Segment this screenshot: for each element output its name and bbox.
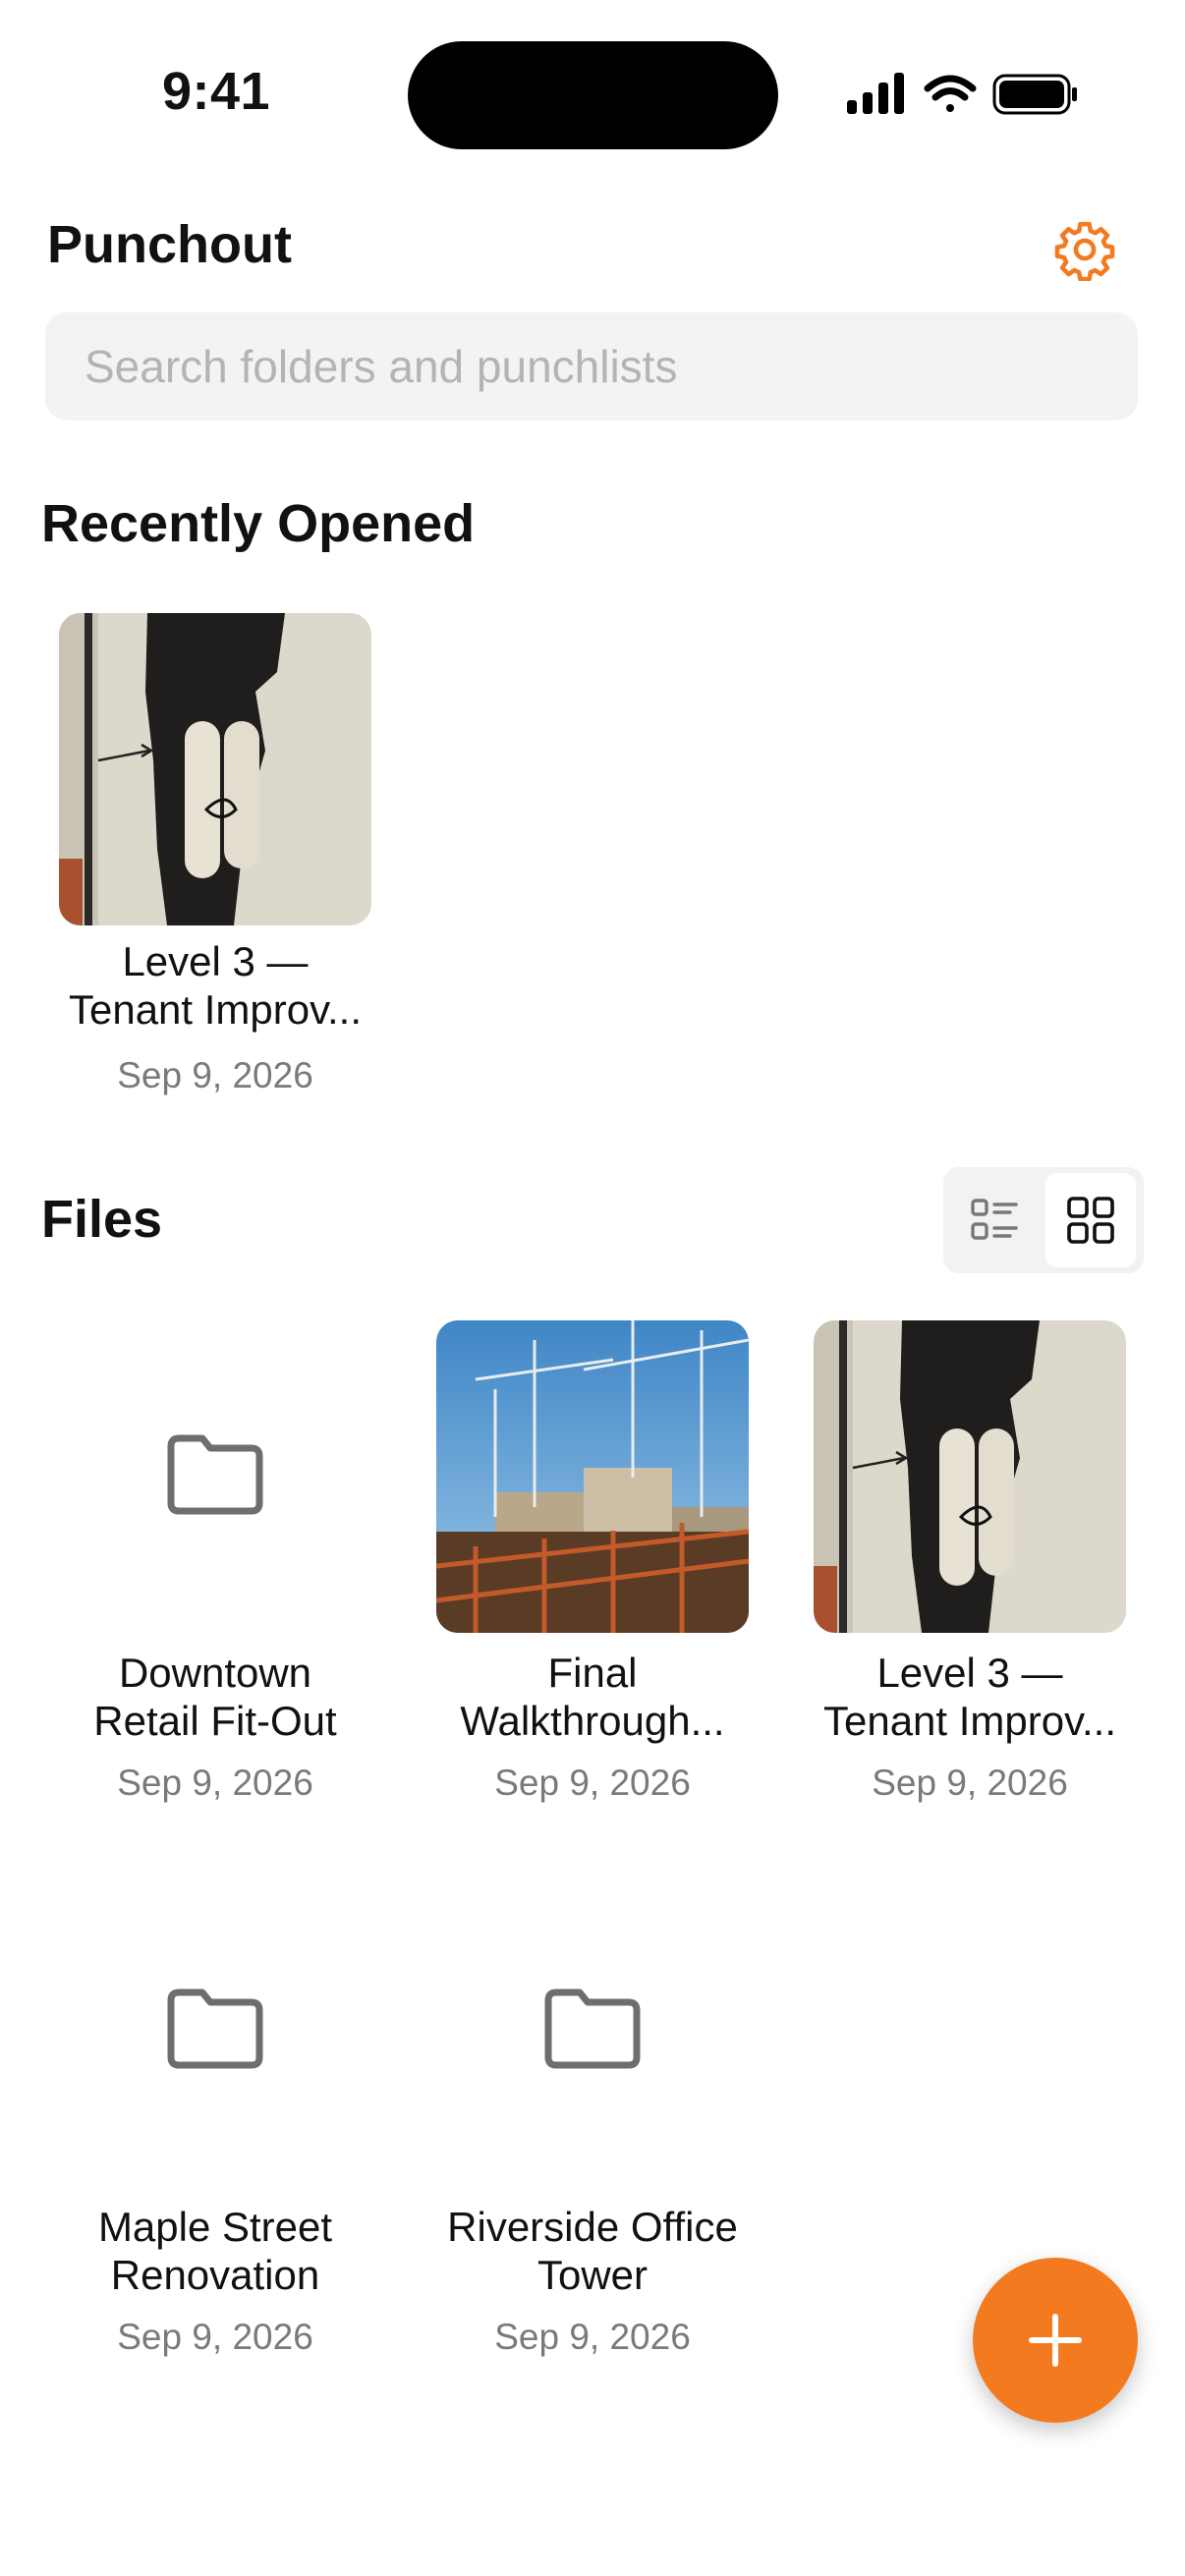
grid-view-icon [1067,1197,1114,1244]
dynamic-island [408,41,778,149]
view-mode-toggle[interactable] [943,1167,1144,1273]
file-photo-thumbnail [436,1320,749,1633]
page-title: Punchout [47,215,292,274]
file-item-date: Sep 9, 2026 [494,1763,691,1803]
recent-item-date: Sep 9, 2026 [117,1055,313,1095]
folder-icon [167,1988,263,2069]
status-time: 9:41 [161,62,271,121]
files-section-title: Files [41,1190,163,1249]
file-item-date: Sep 9, 2026 [117,1763,313,1803]
list-view-button[interactable] [949,1173,1040,1267]
recent-section-title: Recently Opened [41,494,476,553]
file-item-name: Maple Street Renovation [97,2204,333,2298]
recent-item-name: Level 3 — Tenant Improv... [68,938,363,1033]
file-item-date: Sep 9, 2026 [494,2317,691,2357]
file-item-date: Sep 9, 2026 [872,1763,1068,1803]
file-item-name: Riverside Office Tower [447,2204,738,2298]
search-bar[interactable] [45,312,1138,420]
file-photo-thumbnail [814,1320,1126,1633]
wifi-icon [924,75,977,112]
file-item-date: Sep 9, 2026 [117,2317,313,2357]
signal-icon [847,73,904,114]
folder-icon [544,1988,641,2069]
list-view-icon [971,1199,1018,1240]
search-input[interactable] [83,339,1138,394]
plus-icon [1029,2314,1082,2367]
grid-view-button[interactable] [1045,1173,1136,1267]
file-item-name: Final Walkthrough... [460,1650,725,1744]
gear-icon[interactable] [1053,218,1116,281]
battery-icon [992,74,1077,115]
file-item-name: Level 3 — Tenant Improv... [822,1650,1117,1744]
recent-photo-thumbnail [59,613,371,925]
add-button[interactable] [973,2258,1138,2423]
file-item-name: Downtown Retail Fit-Out [93,1650,337,1744]
folder-icon [167,1434,263,1515]
status-icons [847,73,1077,115]
